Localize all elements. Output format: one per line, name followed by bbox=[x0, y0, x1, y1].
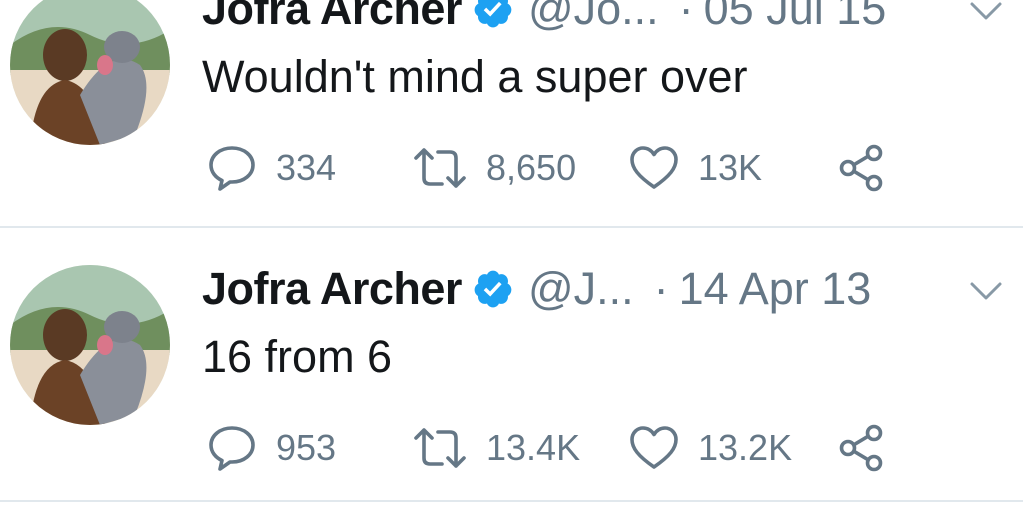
reply-button[interactable]: 953 bbox=[206, 422, 336, 474]
retweet-icon bbox=[412, 422, 468, 474]
tweet-card[interactable]: Jofra Archer @J... · 14 Apr 13 16 from 6… bbox=[0, 230, 1023, 502]
tweet-divider bbox=[0, 500, 1023, 502]
reply-button[interactable]: 334 bbox=[206, 142, 336, 194]
retweet-icon bbox=[412, 142, 468, 194]
share-icon bbox=[836, 142, 888, 194]
share-icon bbox=[836, 422, 888, 474]
avatar[interactable] bbox=[10, 265, 170, 425]
reply-icon bbox=[206, 422, 258, 474]
tweet-text: Wouldn't mind a super over bbox=[202, 51, 748, 102]
reply-icon bbox=[206, 142, 258, 194]
like-count: 13K bbox=[698, 147, 763, 188]
like-button[interactable]: 13K bbox=[628, 142, 762, 194]
tweet-card[interactable]: Jofra Archer @Jo... · 05 Jul 15 Wouldn't… bbox=[0, 0, 1023, 228]
separator: · bbox=[678, 0, 694, 34]
avatar[interactable] bbox=[10, 0, 170, 145]
verified-badge-icon bbox=[472, 268, 514, 310]
tweet-text: 16 from 6 bbox=[202, 331, 393, 382]
like-count: 13.2K bbox=[698, 427, 793, 468]
author-handle[interactable]: @J... bbox=[528, 263, 634, 315]
chevron-down-icon[interactable] bbox=[969, 276, 1003, 306]
reply-count: 334 bbox=[276, 147, 337, 188]
tweet-header: Jofra Archer @J... · 14 Apr 13 bbox=[202, 254, 871, 324]
author-handle[interactable]: @Jo... bbox=[528, 0, 659, 35]
chevron-down-icon[interactable] bbox=[969, 0, 1003, 26]
share-button[interactable] bbox=[836, 422, 888, 474]
like-icon bbox=[628, 142, 680, 194]
like-button[interactable]: 13.2K bbox=[628, 422, 792, 474]
retweet-count: 13.4K bbox=[486, 427, 581, 468]
separator: · bbox=[653, 263, 669, 314]
verified-badge-icon bbox=[472, 0, 514, 30]
retweet-count: 8,650 bbox=[486, 147, 577, 188]
tweet-divider bbox=[0, 226, 1023, 228]
reply-count: 953 bbox=[276, 427, 337, 468]
share-button[interactable] bbox=[836, 142, 888, 194]
tweet-header: Jofra Archer @Jo... · 05 Jul 15 bbox=[202, 0, 886, 44]
retweet-button[interactable]: 8,650 bbox=[412, 142, 576, 194]
tweet-date[interactable]: 14 Apr 13 bbox=[679, 263, 872, 315]
author-name[interactable]: Jofra Archer bbox=[202, 263, 462, 315]
tweet-date[interactable]: 05 Jul 15 bbox=[704, 0, 887, 35]
retweet-button[interactable]: 13.4K bbox=[412, 422, 580, 474]
author-name[interactable]: Jofra Archer bbox=[202, 0, 462, 35]
like-icon bbox=[628, 422, 680, 474]
